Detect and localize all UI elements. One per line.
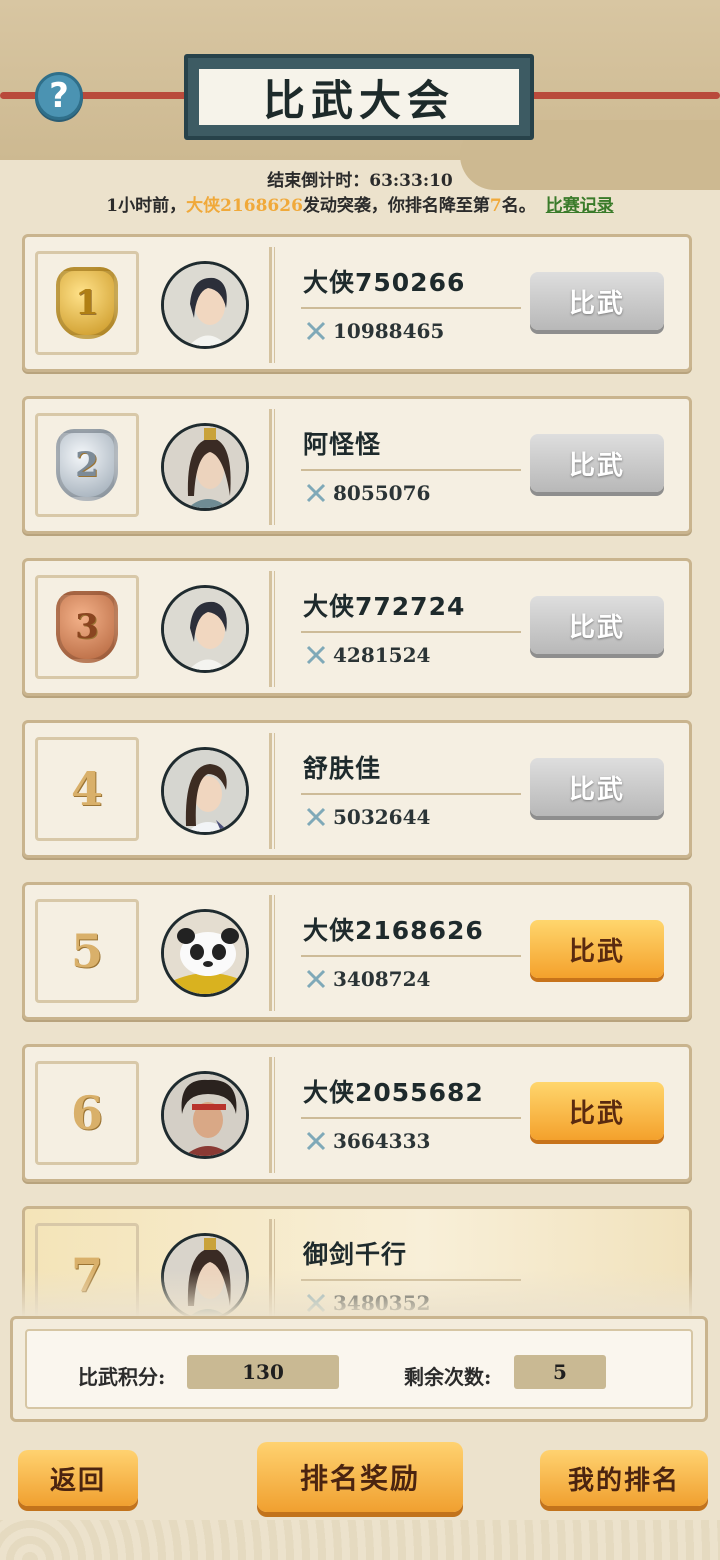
- challenge-button[interactable]: 比武: [530, 1082, 664, 1140]
- name-underline: [301, 955, 521, 957]
- player-name: 御剑千行: [303, 1240, 408, 1269]
- player-card: 6 大侠2055682 3664333 比武: [22, 1044, 692, 1182]
- name-underline: [301, 793, 521, 795]
- player-avatar[interactable]: [161, 585, 249, 673]
- remaining-value: 5: [514, 1355, 606, 1389]
- combat-power: 4281524: [305, 643, 430, 667]
- rank-badge: 3: [35, 575, 139, 679]
- combat-power: 8055076: [305, 481, 430, 505]
- my-rank-button[interactable]: 我的排名: [540, 1450, 708, 1506]
- stats-panel: 比武积分: 130 剩余次数: 5: [10, 1316, 708, 1422]
- crossed-swords-icon: [306, 969, 326, 989]
- question-mark-icon: ?: [49, 76, 69, 116]
- player-name: 大侠2055682: [303, 1078, 484, 1107]
- combat-power-value: 8055076: [333, 481, 431, 505]
- card-divider: [269, 733, 275, 849]
- combat-power-value: 3664333: [333, 1129, 431, 1153]
- stats-panel-inner: 比武积分: 130 剩余次数: 5: [25, 1329, 693, 1409]
- challenge-button[interactable]: 比武: [530, 272, 664, 330]
- combat-power-value: 3408724: [333, 967, 431, 991]
- countdown: 结束倒计时：63:33:10: [0, 166, 720, 191]
- crossed-swords-icon: [306, 321, 326, 341]
- list-fade: [0, 1270, 720, 1318]
- rank-badge: 2: [35, 413, 139, 517]
- back-button[interactable]: 返回: [18, 1450, 138, 1506]
- player-card: 2 阿怪怪 8055076 比武: [22, 396, 692, 534]
- page-title: 比武大会: [196, 66, 522, 128]
- help-button[interactable]: ?: [35, 72, 83, 120]
- notice-attacker: 大侠2168626: [186, 196, 303, 216]
- rank-number: 6: [35, 1061, 139, 1165]
- challenge-button[interactable]: 比武: [530, 596, 664, 654]
- player-avatar[interactable]: [161, 423, 249, 511]
- card-divider: [269, 571, 275, 687]
- crossed-swords-icon: [306, 1131, 326, 1151]
- wave-decoration: [0, 1520, 720, 1560]
- combat-power-value: 10988465: [333, 319, 445, 343]
- rank-badge: 1: [35, 251, 139, 355]
- crossed-swords-icon: [306, 483, 326, 503]
- combat-power: 10988465: [305, 319, 444, 343]
- notice-middle: 发动突袭，你排名降至第: [302, 196, 490, 216]
- raid-notice: 1小时前，大侠2168626发动突袭，你排名降至第7名。 比赛记录: [0, 191, 720, 216]
- countdown-value: 63:33:10: [369, 171, 453, 191]
- match-record-link[interactable]: 比赛记录: [546, 196, 614, 216]
- player-name: 阿怪怪: [303, 430, 382, 459]
- score-label: 比武积分:: [78, 1365, 166, 1389]
- player-card: 4 舒肤佳 5032644 比武: [22, 720, 692, 858]
- card-divider: [269, 247, 275, 363]
- player-card: 3 大侠772724 4281524 比武: [22, 558, 692, 696]
- remaining-label: 剩余次数:: [404, 1365, 492, 1389]
- notice-rank: 7: [489, 196, 502, 216]
- gold-medal-icon: 1: [56, 267, 118, 339]
- player-avatar[interactable]: [161, 261, 249, 349]
- player-card: 1 大侠750266 10988465 比武: [22, 234, 692, 372]
- card-divider: [269, 1057, 275, 1173]
- combat-power: 3408724: [305, 967, 430, 991]
- challenge-button[interactable]: 比武: [530, 920, 664, 978]
- challenge-button[interactable]: 比武: [530, 758, 664, 816]
- card-divider: [269, 409, 275, 525]
- player-avatar[interactable]: [161, 747, 249, 835]
- combat-power-value: 4281524: [333, 643, 431, 667]
- notice-prefix: 1小时前，: [106, 196, 187, 216]
- player-name: 大侠750266: [303, 268, 466, 297]
- rank-number: 5: [35, 899, 139, 1003]
- player-card: 5 大侠2168626 3408724 比武: [22, 882, 692, 1020]
- score-value: 130: [187, 1355, 339, 1389]
- rank-number: 4: [35, 737, 139, 841]
- bronze-medal-icon: 3: [56, 591, 118, 663]
- crossed-swords-icon: [306, 645, 326, 665]
- rank-rewards-button[interactable]: 排名奖励: [257, 1442, 463, 1512]
- crossed-swords-icon: [306, 807, 326, 827]
- player-name: 大侠772724: [303, 592, 466, 621]
- player-name: 大侠2168626: [303, 916, 484, 945]
- silver-medal-icon: 2: [56, 429, 118, 501]
- countdown-label: 结束倒计时：: [267, 171, 370, 191]
- player-name: 舒肤佳: [303, 754, 382, 783]
- combat-power: 3664333: [305, 1129, 430, 1153]
- player-avatar[interactable]: [161, 909, 249, 997]
- name-underline: [301, 1117, 521, 1119]
- player-avatar[interactable]: [161, 1071, 249, 1159]
- name-underline: [301, 469, 521, 471]
- red-rope-left: [0, 92, 200, 99]
- title-plaque: 比武大会: [184, 54, 534, 140]
- combat-power: 5032644: [305, 805, 430, 829]
- name-underline: [301, 631, 521, 633]
- challenge-button[interactable]: 比武: [530, 434, 664, 492]
- name-underline: [301, 307, 521, 309]
- red-rope-right: [518, 92, 720, 99]
- card-divider: [269, 895, 275, 1011]
- notice-suffix: 名。: [501, 196, 536, 216]
- combat-power-value: 5032644: [333, 805, 431, 829]
